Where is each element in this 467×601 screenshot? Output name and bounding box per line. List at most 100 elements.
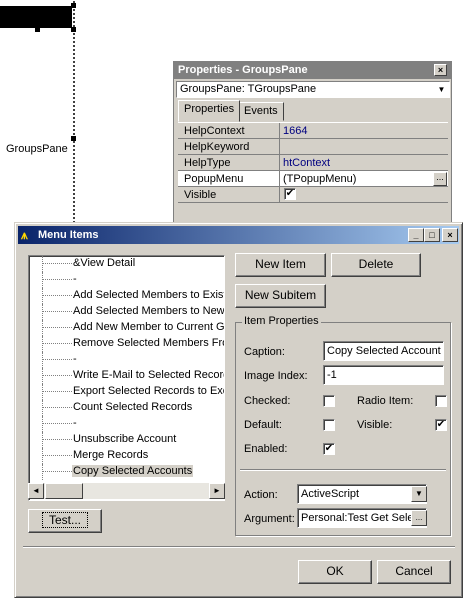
chevron-down-icon[interactable]: ▼ <box>411 486 427 502</box>
tree-line <box>42 375 72 376</box>
tree-line <box>42 352 43 368</box>
property-row[interactable]: Visible ✔ <box>178 187 448 203</box>
chevron-down-icon[interactable]: ▼ <box>435 83 448 96</box>
test-button-label: Test... <box>41 512 88 528</box>
list-item[interactable]: - <box>29 416 224 432</box>
tree-line <box>42 471 72 472</box>
new-item-button[interactable]: New Item <box>235 253 326 277</box>
component-caption: GroupsPane <box>6 143 68 155</box>
list-item[interactable]: Add Selected Members to New G <box>29 304 225 320</box>
property-row[interactable]: HelpKeyword <box>178 139 448 155</box>
property-row[interactable]: HelpType htContext <box>178 155 448 171</box>
scroll-right-icon[interactable]: ► <box>209 483 225 499</box>
cancel-button[interactable]: Cancel <box>377 560 451 584</box>
tree-line <box>42 384 43 400</box>
scroll-left-icon[interactable]: ◄ <box>28 483 44 499</box>
selected-component-block[interactable] <box>0 6 72 28</box>
tree-line <box>42 455 72 456</box>
visible-checkbox[interactable]: ✔ <box>435 419 447 431</box>
tree-line <box>42 327 72 328</box>
list-item-label: Add New Member to Current Gro <box>73 321 225 333</box>
resize-handle[interactable] <box>71 3 76 8</box>
tree-line <box>42 288 43 304</box>
tree-line <box>42 464 43 480</box>
list-item-selected[interactable]: Copy Selected Accounts <box>29 464 224 480</box>
visible-label: Visible: <box>357 419 393 431</box>
list-item[interactable]: - <box>29 352 224 368</box>
checked-label: Checked: <box>244 395 291 407</box>
menu-items-tree[interactable]: &View Detail - Add Selected Members to E… <box>28 255 225 501</box>
list-item-label: Remove Selected Members From <box>73 337 225 349</box>
list-item-label: Export Selected Records to Exce <box>73 385 225 397</box>
property-value[interactable]: 1664 <box>283 125 307 137</box>
grid-separator <box>279 171 280 187</box>
property-name: HelpKeyword <box>184 141 250 153</box>
new-subitem-button[interactable]: New Subitem <box>235 284 326 308</box>
action-select[interactable]: ActiveScript <box>297 484 427 504</box>
list-item-label: - <box>73 417 77 429</box>
tree-line <box>42 359 72 360</box>
close-icon[interactable]: × <box>434 64 447 76</box>
caption-input[interactable]: Copy Selected Account <box>323 341 444 361</box>
dialog-divider <box>23 546 455 548</box>
property-row-selected[interactable]: PopupMenu (TPopupMenu) ... <box>178 171 448 187</box>
visible-checkbox[interactable]: ✔ <box>284 188 296 200</box>
list-item[interactable]: Write E-Mail to Selected Records <box>29 368 225 384</box>
action-select-value: ActiveScript <box>301 488 360 500</box>
tree-line <box>42 400 43 416</box>
delete-button[interactable]: Delete <box>331 253 421 277</box>
radio-item-label: Radio Item: <box>357 395 414 407</box>
scroll-thumb[interactable] <box>45 483 83 499</box>
property-value[interactable]: (TPopupMenu) <box>283 173 356 185</box>
argument-input[interactable]: Personal:Test Get Sele <box>297 508 427 528</box>
tab-events[interactable]: Events <box>238 102 284 121</box>
property-name: HelpType <box>184 157 231 169</box>
resize-handle[interactable] <box>71 136 76 141</box>
properties-title-bar[interactable]: Properties - GroupsPane × <box>174 62 451 79</box>
ok-button[interactable]: OK <box>298 560 372 584</box>
list-item-label: Unsubscribe Account <box>73 433 177 445</box>
test-button[interactable]: Test... <box>28 509 102 533</box>
resize-handle[interactable] <box>35 27 40 32</box>
list-item[interactable]: Add Selected Members to Existin <box>29 288 224 304</box>
checked-checkbox[interactable] <box>323 395 335 407</box>
ellipsis-button[interactable]: ... <box>433 172 447 186</box>
group-title: Item Properties <box>242 315 321 327</box>
list-item-label: Add Selected Members to New G <box>73 305 225 317</box>
list-item[interactable]: Export Selected Records to Exce <box>29 384 225 400</box>
list-item[interactable]: &View Detail <box>29 256 224 272</box>
horizontal-scrollbar[interactable]: ◄ ► <box>28 483 225 499</box>
tree-line <box>42 439 72 440</box>
dialog-title-bar[interactable]: ⩚ Menu Items _ □ × <box>18 226 459 244</box>
list-item[interactable]: Remove Selected Members From <box>29 336 225 352</box>
minimize-icon[interactable]: _ <box>408 228 424 242</box>
item-properties-group: Item Properties Caption: Copy Selected A… <box>235 315 451 536</box>
default-checkbox[interactable] <box>323 419 335 431</box>
list-item[interactable]: Count Selected Records <box>29 400 224 416</box>
tree-line <box>42 336 43 352</box>
list-item[interactable]: Unsubscribe Account <box>29 432 224 448</box>
enabled-label: Enabled: <box>244 443 288 455</box>
radio-item-checkbox[interactable] <box>435 395 447 407</box>
close-icon[interactable]: × <box>442 228 458 242</box>
list-item[interactable]: Merge Records <box>29 448 224 464</box>
list-item[interactable]: Add New Member to Current Gro <box>29 320 225 336</box>
property-row[interactable]: HelpContext 1664 <box>178 123 448 139</box>
list-item-label: Merge Records <box>73 449 149 461</box>
property-value[interactable]: htContext <box>283 157 330 169</box>
tab-properties[interactable]: Properties <box>178 100 241 122</box>
tree-line <box>42 320 43 336</box>
list-item-label: Write E-Mail to Selected Records <box>73 369 225 381</box>
list-item-label: &View Detail <box>73 257 136 269</box>
argument-label: Argument: <box>244 513 295 525</box>
action-label: Action: <box>244 489 278 501</box>
image-index-input[interactable]: -1 <box>323 365 444 385</box>
argument-ellipsis-button[interactable]: ... <box>411 510 427 526</box>
list-item[interactable]: - <box>29 272 224 288</box>
grid-separator <box>279 187 280 203</box>
maximize-icon[interactable]: □ <box>424 228 440 242</box>
menu-items-dialog: ⩚ Menu Items _ □ × &View Detail - Add Se… <box>14 222 463 598</box>
resize-handle[interactable] <box>71 27 76 32</box>
enabled-checkbox[interactable]: ✔ <box>323 443 335 455</box>
object-selector-combo[interactable]: GroupsPane: TGroupsPane ▼ <box>176 81 450 98</box>
